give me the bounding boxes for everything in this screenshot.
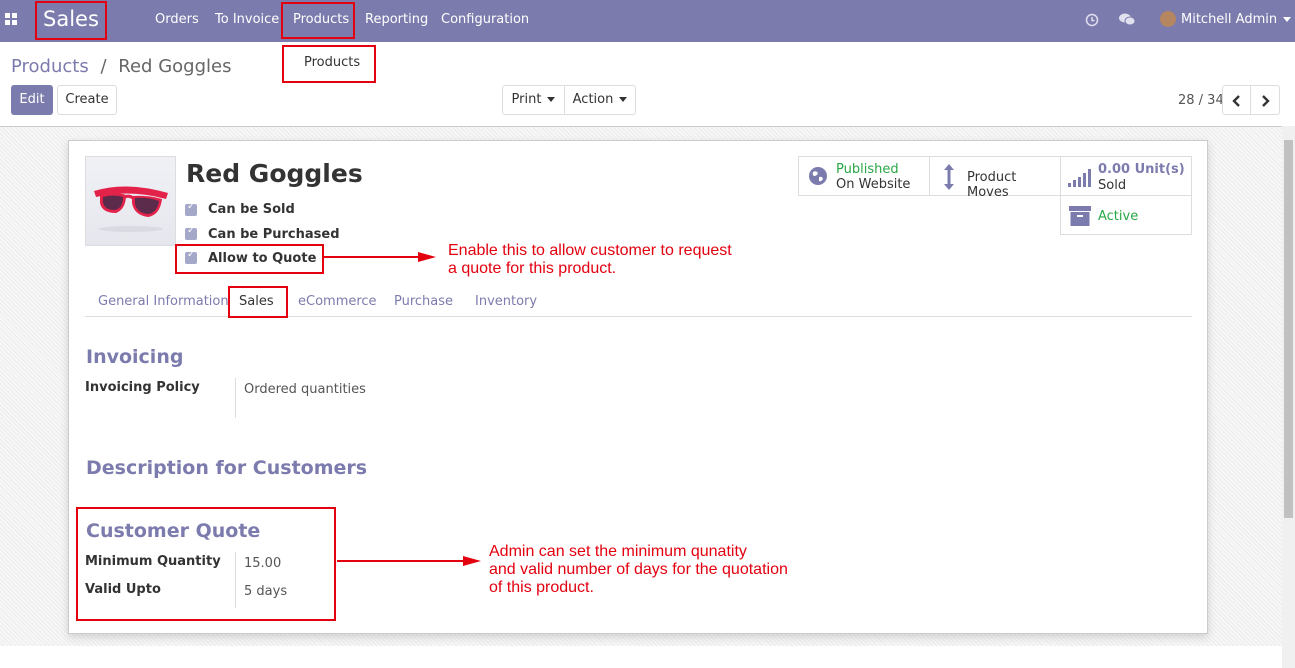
- annotation-admin-line: of this product.: [489, 579, 594, 596]
- annotation-admin-line: Admin can set the minimum qunatity: [489, 543, 747, 560]
- annotation-quote-line: a quote for this product.: [448, 260, 617, 277]
- arrow-icon: [324, 252, 481, 566]
- annotation-quote-text: Enable this to allow customer to request…: [448, 242, 732, 278]
- annotation-admin-line: and valid number of days for the quotati…: [489, 561, 788, 578]
- annotation-admin-text: Admin can set the minimum qunatity and v…: [489, 543, 788, 597]
- annotation-quote-line: Enable this to allow customer to request: [448, 242, 732, 259]
